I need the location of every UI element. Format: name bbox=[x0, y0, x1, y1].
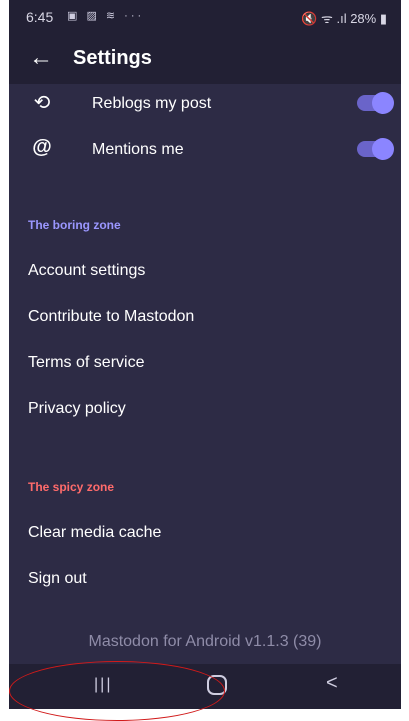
setting-row-sign-out[interactable]: Sign out bbox=[9, 556, 401, 602]
nav-back-icon[interactable]: < bbox=[326, 672, 338, 695]
reblog-icon: ⟲ bbox=[33, 92, 51, 114]
setting-row-account[interactable]: Account settings bbox=[9, 248, 401, 294]
home-icon[interactable] bbox=[207, 675, 227, 695]
setting-label: Mentions me bbox=[92, 141, 184, 158]
setting-label: Reblogs my post bbox=[92, 95, 212, 112]
setting-label: Sign out bbox=[28, 570, 87, 587]
app-version-text: Mastodon for Android v1.1.3 (39) bbox=[88, 633, 322, 650]
toggle-knob bbox=[372, 138, 394, 160]
setting-label: Contribute to Mastodon bbox=[28, 308, 195, 325]
setting-row-terms[interactable]: Terms of service bbox=[9, 340, 401, 386]
page-title: Settings bbox=[73, 47, 152, 69]
app-bar: ← Settings bbox=[9, 34, 401, 84]
setting-row-contribute[interactable]: Contribute to Mastodon bbox=[9, 294, 401, 340]
setting-label: Clear media cache bbox=[28, 524, 162, 541]
setting-row-reblogs[interactable]: ⟲ Reblogs my post bbox=[9, 81, 401, 127]
toggle-switch[interactable] bbox=[357, 92, 394, 114]
setting-label: Terms of service bbox=[28, 354, 145, 371]
system-status-icons: 🔇 ᯤ .ıl 28% ▮ bbox=[301, 11, 387, 26]
at-icon: @ bbox=[32, 136, 52, 158]
section-header-spicy: The spicy zone bbox=[28, 480, 115, 494]
setting-row-clear-cache[interactable]: Clear media cache bbox=[9, 510, 401, 556]
phone-screen: 6:45 ▣ ▨ ≋ ··· 🔇 ᯤ .ıl 28% ▮ ← Settings … bbox=[9, 0, 401, 709]
back-arrow-icon[interactable]: ← bbox=[29, 44, 53, 72]
section-header-boring: The boring zone bbox=[28, 218, 121, 232]
toggle-knob bbox=[372, 92, 394, 114]
status-time: 6:45 bbox=[26, 9, 54, 25]
notification-icons: ▣ ▨ ≋ ··· bbox=[67, 10, 145, 22]
system-nav-bar: ||| < bbox=[9, 664, 401, 709]
recent-apps-icon[interactable]: ||| bbox=[94, 676, 112, 694]
setting-label: Account settings bbox=[28, 262, 146, 279]
setting-label: Privacy policy bbox=[28, 400, 126, 417]
toggle-switch[interactable] bbox=[357, 138, 394, 160]
status-bar: 6:45 ▣ ▨ ≋ ··· 🔇 ᯤ .ıl 28% ▮ bbox=[9, 0, 401, 34]
setting-row-privacy[interactable]: Privacy policy bbox=[9, 386, 401, 432]
setting-row-mentions[interactable]: @ Mentions me bbox=[9, 127, 401, 173]
